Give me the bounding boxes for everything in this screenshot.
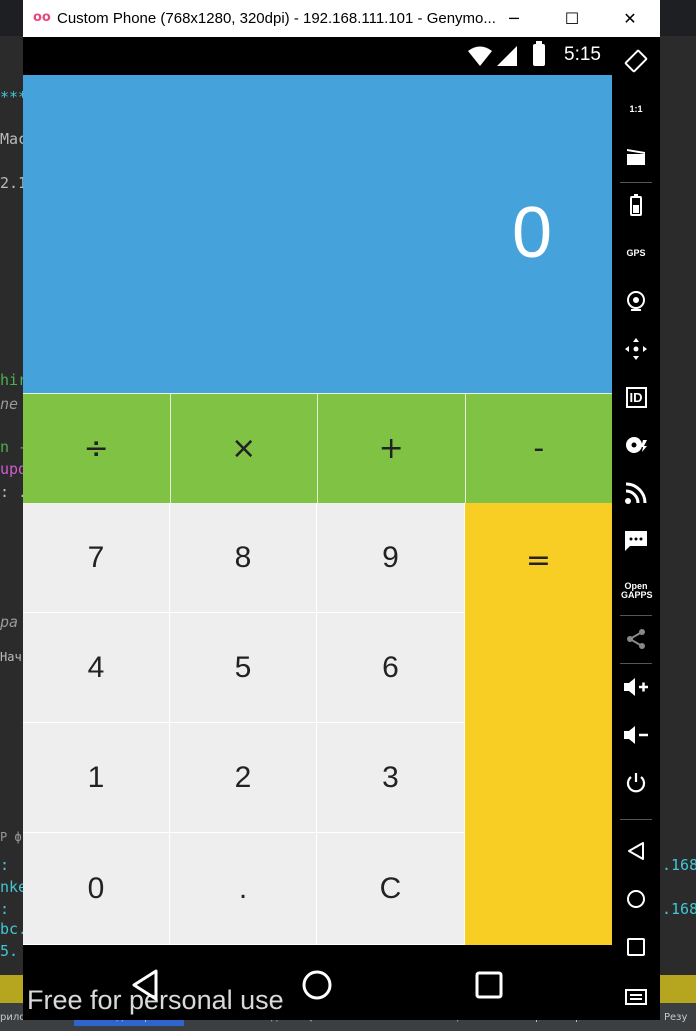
battery-status-icon	[533, 41, 545, 66]
share-icon[interactable]	[612, 619, 660, 659]
nav-recent-icon[interactable]	[469, 965, 509, 1005]
phone-screen: 5:15 0 ÷ × + - 7 8 9 4 5 6 1 2 3 0 . C =	[23, 37, 612, 1020]
wifi-icon	[468, 46, 492, 66]
key-2[interactable]: 2	[170, 723, 317, 833]
key-8[interactable]: 8	[170, 503, 317, 613]
ide-text: ne	[0, 395, 19, 413]
ide-text: .168	[662, 900, 696, 918]
status-time: 5:15	[564, 44, 601, 65]
recent-apps-icon[interactable]	[612, 927, 660, 967]
ide-text: .168	[662, 856, 696, 874]
menu-icon[interactable]	[612, 977, 660, 1017]
volume-down-icon[interactable]	[612, 715, 660, 755]
screencast-icon[interactable]	[612, 137, 660, 177]
decimal-button[interactable]: .	[170, 833, 317, 945]
key-1[interactable]: 1	[23, 723, 170, 833]
battery-icon[interactable]	[612, 185, 660, 225]
pixel-perfect-icon[interactable]: 1:1	[612, 89, 660, 129]
window-title: Custom Phone (768x1280, 320dpi) - 192.16…	[57, 10, 496, 27]
subtract-button[interactable]: -	[465, 393, 612, 503]
signal-icon	[497, 46, 517, 66]
key-5[interactable]: 5	[170, 613, 317, 723]
nav-home-icon[interactable]	[297, 965, 337, 1005]
watermark: Free for personal use	[27, 985, 284, 1015]
equals-button[interactable]: =	[465, 503, 612, 945]
key-3[interactable]: 3	[317, 723, 465, 833]
ide-output-tab[interactable]: Резу	[664, 1012, 687, 1023]
emulator-toolbar: 1:1 GPS ID Open GAPPS	[612, 37, 660, 1020]
rotate-icon[interactable]	[612, 41, 660, 81]
camera-icon[interactable]	[612, 281, 660, 321]
maximize-button[interactable]: ☐	[543, 0, 601, 37]
ide-text: pa	[0, 613, 19, 631]
ide-right-panel	[660, 36, 696, 1026]
minimize-button[interactable]: ─	[485, 0, 543, 37]
power-icon[interactable]	[612, 763, 660, 803]
disk-io-icon[interactable]	[612, 425, 660, 465]
ide-text: :	[0, 900, 10, 918]
status-bar: 5:15	[23, 37, 612, 75]
add-button[interactable]: +	[318, 393, 466, 503]
ide-text: :	[0, 856, 10, 874]
display-value: 0	[511, 193, 552, 273]
divide-button[interactable]: ÷	[23, 393, 171, 503]
home-icon[interactable]	[612, 879, 660, 919]
key-0[interactable]: 0	[23, 833, 170, 945]
gps-icon[interactable]: GPS	[612, 233, 660, 273]
sms-icon[interactable]	[612, 521, 660, 561]
ide-text: 5.	[0, 942, 19, 960]
keypad: 7 8 9 4 5 6 1 2 3 0 . C =	[23, 503, 612, 945]
operator-row: ÷ × + -	[23, 393, 612, 503]
key-6[interactable]: 6	[317, 613, 465, 723]
network-icon[interactable]	[612, 473, 660, 513]
close-button[interactable]: ✕	[601, 0, 659, 37]
calculator-display: 0	[23, 75, 612, 393]
genymotion-logo-icon: oo	[33, 10, 51, 25]
clear-button[interactable]: C	[317, 833, 465, 945]
ide-text: Р ф	[0, 830, 22, 844]
genymotion-window: oo Custom Phone (768x1280, 320dpi) - 192…	[23, 0, 660, 1020]
dpad-icon[interactable]	[612, 329, 660, 369]
back-icon[interactable]	[612, 831, 660, 871]
opengapps-icon[interactable]: Open GAPPS	[612, 571, 660, 611]
key-9[interactable]: 9	[317, 503, 465, 613]
key-4[interactable]: 4	[23, 613, 170, 723]
ide-text: Нач	[0, 650, 22, 664]
window-titlebar: oo Custom Phone (768x1280, 320dpi) - 192…	[23, 0, 660, 37]
key-7[interactable]: 7	[23, 503, 170, 613]
multiply-button[interactable]: ×	[170, 393, 318, 503]
volume-up-icon[interactable]	[612, 667, 660, 707]
device-id-icon[interactable]: ID	[612, 377, 660, 417]
